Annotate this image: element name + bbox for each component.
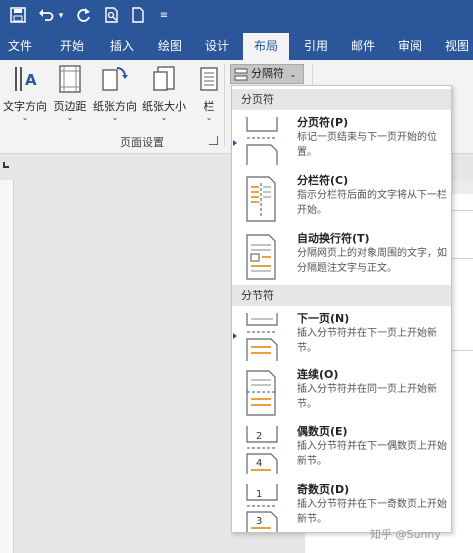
- odd-page-break-icon: 13: [244, 482, 280, 537]
- menu-item-title: 偶数页(E): [297, 425, 348, 438]
- orientation-button[interactable]: 纸张方向 ⌄: [92, 64, 138, 126]
- section-breaks-header: 分节符: [232, 285, 451, 306]
- chevron-down-icon: ⌄: [66, 113, 74, 122]
- columns-button[interactable]: 栏 ⌄: [196, 64, 222, 126]
- svg-text:A: A: [25, 71, 37, 89]
- tab-layout[interactable]: 布局: [243, 33, 289, 60]
- column-break-icon: [244, 173, 280, 228]
- text-direction-button[interactable]: A 文字方向 ⌄: [2, 64, 48, 126]
- chevron-down-icon: ⌄: [21, 113, 29, 122]
- menu-item-description: 插入分节符并在下一奇数页上开始新节。: [297, 499, 447, 525]
- undo-dropdown-icon[interactable]: ▾: [56, 7, 66, 25]
- svg-text:1: 1: [256, 489, 262, 500]
- svg-text:3: 3: [256, 516, 262, 527]
- orientation-label: 纸张方向: [93, 100, 137, 113]
- menu-item-title: 分页符(P): [297, 116, 349, 129]
- tab-mailings[interactable]: 邮件: [343, 33, 383, 60]
- columns-icon: [196, 64, 222, 94]
- tab-home[interactable]: 开始: [52, 33, 92, 60]
- menu-item-even-page[interactable]: 24 偶数页(E) 插入分节符并在下一偶数页上开始新节。: [232, 420, 451, 476]
- page-breaks-header: 分页符: [232, 89, 451, 110]
- menu-item-continuous[interactable]: 连续(O) 插入分节符并在同一页上开始新节。: [232, 363, 451, 419]
- watermark-text: 知乎 @Sunny: [370, 528, 441, 541]
- chevron-down-icon: ⌄: [205, 113, 213, 122]
- menu-item-description: 标记一页结束与下一页开始的位置。: [297, 132, 437, 158]
- tab-draw[interactable]: 绘图: [150, 33, 190, 60]
- menu-item-description: 指示分栏符后面的文字将从下一栏开始。: [297, 190, 447, 216]
- paper-size-label: 纸张大小: [142, 100, 186, 113]
- svg-text:2: 2: [256, 431, 262, 442]
- margins-icon: [50, 64, 90, 94]
- chevron-down-icon: ⌄: [111, 113, 119, 122]
- tab-design[interactable]: 设计: [197, 33, 237, 60]
- tab-view[interactable]: 视图: [437, 33, 473, 60]
- margins-button[interactable]: 页边距 ⌄: [50, 64, 90, 126]
- columns-label: 栏: [203, 100, 215, 113]
- paper-size-button[interactable]: 纸张大小 ⌄: [141, 64, 187, 126]
- menu-item-title: 分栏符(C): [297, 174, 349, 187]
- continuous-break-icon: [244, 367, 280, 422]
- redo-icon[interactable]: [74, 7, 94, 25]
- title-bar: ▾ ≡: [0, 0, 473, 33]
- margins-label: 页边距: [53, 100, 87, 113]
- tab-file[interactable]: 文件: [0, 33, 40, 60]
- tab-review[interactable]: 审阅: [390, 33, 430, 60]
- tab-selector-icon[interactable]: [3, 162, 9, 168]
- text-direction-label: 文字方向: [3, 100, 47, 113]
- vertical-ruler: [0, 180, 14, 553]
- menu-item-description: 插入分节符并在下一偶数页上开始新节。: [297, 441, 447, 467]
- menu-item-title: 连续(O): [297, 368, 339, 381]
- print-preview-icon[interactable]: [102, 7, 122, 25]
- undo-icon[interactable]: [36, 7, 56, 25]
- chevron-down-icon: ⌄: [289, 70, 297, 79]
- menu-item-column-break[interactable]: 分栏符(C) 指示分栏符后面的文字将从下一栏开始。: [232, 169, 451, 227]
- orientation-icon: [92, 64, 138, 94]
- tab-insert[interactable]: 插入: [102, 33, 142, 60]
- svg-text:4: 4: [256, 458, 262, 469]
- menu-item-next-page[interactable]: 下一页(N) 插入分节符并在下一页上开始新节。: [232, 307, 451, 363]
- ribbon-tabs: 文件 开始 插入 绘图 设计 布局 引用 邮件 审阅 视图: [0, 33, 473, 60]
- breaks-label: 分隔符: [251, 67, 284, 80]
- even-page-break-icon: 24: [244, 424, 280, 479]
- paper-size-icon: [141, 64, 187, 94]
- text-wrapping-break-icon: [244, 231, 280, 286]
- group-divider: [224, 64, 225, 146]
- chevron-down-icon: ⌄: [160, 113, 168, 122]
- menu-item-text-wrapping-break[interactable]: 自动换行符(T) 分隔网页上的对象周围的文字，如分隔题注文字与正文。: [232, 227, 451, 283]
- customize-icon[interactable]: ≡: [154, 7, 174, 25]
- menu-item-description: 插入分节符并在下一页上开始新节。: [297, 328, 437, 354]
- text-direction-icon: A: [2, 64, 48, 94]
- new-document-icon[interactable]: [128, 7, 148, 25]
- save-icon[interactable]: [8, 7, 28, 25]
- page-break-icon: [244, 115, 280, 170]
- menu-item-title: 下一页(N): [297, 312, 350, 325]
- breaks-dropdown-menu: 分页符 分页符(P) 标记一页结束与下一页开始的位置。 分栏符(C) 指示分栏符…: [231, 85, 452, 533]
- page-setup-group-label: 页面设置: [120, 136, 164, 149]
- menu-item-description: 分隔网页上的对象周围的文字，如分隔题注文字与正文。: [297, 248, 447, 274]
- menu-item-page-break[interactable]: 分页符(P) 标记一页结束与下一页开始的位置。: [232, 111, 451, 169]
- menu-item-description: 插入分节符并在同一页上开始新节。: [297, 384, 437, 410]
- menu-item-title: 奇数页(D): [297, 483, 350, 496]
- tab-references[interactable]: 引用: [296, 33, 336, 60]
- breaks-button[interactable]: 分隔符 ⌄: [230, 64, 304, 84]
- next-page-break-icon: [244, 311, 280, 366]
- menu-item-title: 自动换行符(T): [297, 232, 370, 245]
- dialog-launcher-icon[interactable]: [209, 136, 218, 145]
